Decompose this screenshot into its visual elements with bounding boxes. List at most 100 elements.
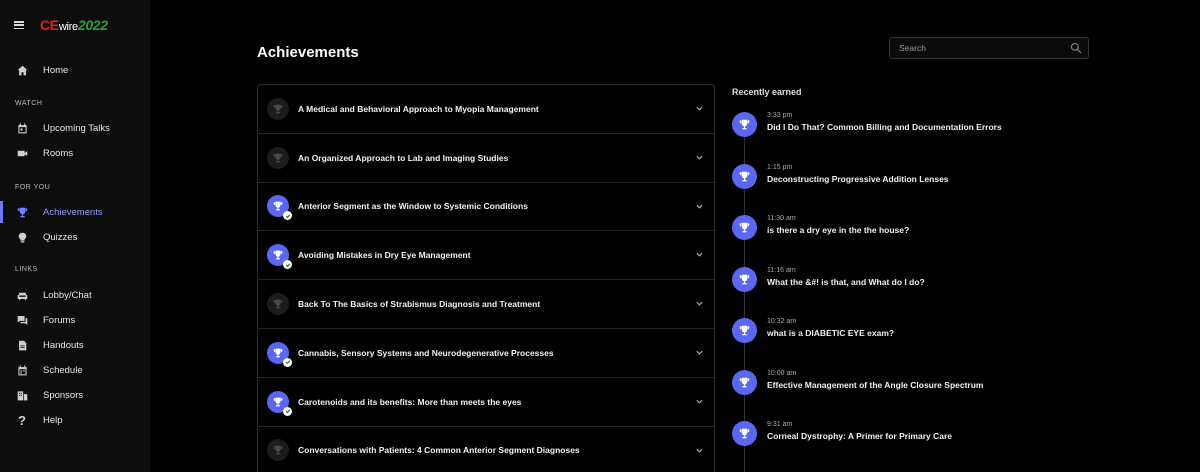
sidebar-item-label: Schedule <box>43 364 83 376</box>
chevron-down-icon[interactable] <box>695 299 704 308</box>
logo[interactable]: CEwire2022 <box>40 17 108 33</box>
achievement-row[interactable]: Carotenoids and its benefits: More than … <box>258 378 714 427</box>
sidebar-item-label: Quizzes <box>43 231 78 243</box>
logo-ce: CE <box>40 17 59 33</box>
recent-item-title: Effective Management of the Angle Closur… <box>767 379 984 390</box>
sidebar-item-label: Forums <box>43 314 76 326</box>
trophy-icon <box>15 205 29 219</box>
trophy-badge-icon <box>732 215 757 240</box>
trophy-badge-icon <box>732 421 757 446</box>
recent-item-time: 3:33 pm <box>767 112 793 119</box>
home-icon <box>15 63 29 77</box>
search-input[interactable] <box>899 43 1064 53</box>
chevron-down-icon[interactable] <box>695 397 704 406</box>
recent-item[interactable]: 9:31 am Corneal Dystrophy: A Primer for P… <box>732 421 1132 451</box>
sidebar-item-help[interactable]: ? Help <box>0 408 150 432</box>
recent-item-time: 9:31 am <box>767 421 793 428</box>
achievement-title: Carotenoids and its benefits: More than … <box>298 396 522 407</box>
recent-item[interactable]: 10:32 am what is a DIABETIC EYE exam? <box>732 318 1132 348</box>
forum-icon <box>15 313 29 327</box>
sidebar-item-schedule[interactable]: Schedule <box>0 358 150 382</box>
sidebar-item-label: Achievements <box>43 206 103 218</box>
trophy-badge-icon <box>267 146 289 169</box>
achievement-title: Conversations with Patients: 4 Common An… <box>298 445 580 456</box>
achievement-row[interactable]: A Medical and Behavioral Approach to Myo… <box>258 85 714 134</box>
recent-item-title: Deconstructing Progressive Addition Lens… <box>767 173 949 184</box>
section-label-for-you: FOR YOU <box>15 184 51 191</box>
sidebar-item-label: Lobby/Chat <box>43 289 92 301</box>
trophy-badge-icon <box>732 112 757 137</box>
trophy-badge-icon <box>267 293 289 316</box>
chevron-down-icon[interactable] <box>695 153 704 162</box>
recent-item-title: Corneal Dystrophy: A Primer for Primary … <box>767 431 953 441</box>
sofa-icon <box>15 288 29 302</box>
recent-item-time: 1:15 pm <box>767 163 793 171</box>
trophy-badge-icon <box>732 318 757 343</box>
achievement-row[interactable]: Conversations with Patients: 4 Common An… <box>258 427 714 472</box>
trophy-badge-icon <box>732 266 757 292</box>
recent-item-title: What the &#! is that, and What do I do? <box>767 276 925 287</box>
recently-earned-title: Recently earned <box>732 87 802 97</box>
achievement-row[interactable]: Cannabis, Sensory Systems and Neurodegen… <box>258 329 714 378</box>
section-label-links: LINKS <box>15 266 38 273</box>
sidebar-item-label: Rooms <box>43 147 74 159</box>
achievement-row[interactable]: An Organized Approach to Lab and Imaging… <box>258 134 714 183</box>
sidebar-item-lobby-chat[interactable]: Lobby/Chat <box>0 283 150 307</box>
trophy-badge-icon <box>732 369 757 395</box>
logo-year: 2022 <box>77 17 108 33</box>
section-label-watch: WATCH <box>15 100 43 107</box>
recent-item[interactable]: 11:16 am What the &#! is that, and What d… <box>732 266 1132 297</box>
sidebar-item-label: Sponsors <box>43 389 84 401</box>
sidebar-item-sponsors[interactable]: Sponsors <box>0 383 150 407</box>
recent-item-title: what is a DIABETIC EYE exam? <box>767 328 895 338</box>
trophy-badge-icon <box>267 439 289 462</box>
page-title: Achievements <box>257 44 359 61</box>
trophy-badge-icon <box>267 195 292 221</box>
achievements-list: A Medical and Behavioral Approach to Myo… <box>257 84 715 472</box>
brand: CEwire2022 <box>14 15 108 35</box>
search-icon[interactable] <box>1070 42 1082 54</box>
sidebar-item-quizzes[interactable]: Quizzes <box>0 225 150 249</box>
sidebar-item-label: Help <box>43 414 63 426</box>
sidebar-item-achievements[interactable]: Achievements <box>0 200 150 224</box>
achievement-row[interactable]: Avoiding Mistakes in Dry Eye Management <box>258 231 714 281</box>
recent-item[interactable]: 1:15 pm Deconstructing Progressive Additi… <box>732 163 1132 194</box>
achievement-row[interactable]: Back To The Basics of Strabismus Diagnos… <box>258 280 714 329</box>
calendar-icon <box>15 121 29 135</box>
checkmark-icon <box>283 357 292 367</box>
sidebar-item-handouts[interactable]: Handouts <box>0 333 150 357</box>
recent-item-title: is there a dry eye in the the house? <box>767 225 910 235</box>
sidebar-item-rooms[interactable]: Rooms <box>0 141 150 165</box>
menu-icon[interactable] <box>14 21 24 29</box>
recent-item[interactable]: 10:00 am Effective Management of the Angl… <box>732 369 1132 400</box>
help-icon: ? <box>18 412 26 428</box>
recent-item-title: Did I Do That? Common Billing and Docume… <box>767 122 1002 132</box>
trophy-badge-icon <box>267 341 292 367</box>
chevron-down-icon[interactable] <box>695 250 704 259</box>
recent-item-time: 10:00 am <box>767 369 797 377</box>
achievement-row[interactable]: Anterior Segment as the Window to System… <box>258 183 714 232</box>
search-box <box>889 37 1089 59</box>
achievement-title: Anterior Segment as the Window to System… <box>298 201 528 212</box>
trophy-badge-icon <box>267 390 292 416</box>
chevron-down-icon[interactable] <box>695 202 704 211</box>
chevron-down-icon[interactable] <box>695 348 704 357</box>
document-icon <box>15 338 29 352</box>
trophy-badge-icon <box>267 244 292 270</box>
sidebar-item-upcoming-talks[interactable]: Upcoming Talks <box>0 116 150 140</box>
sidebar-item-home[interactable]: Home <box>0 58 150 82</box>
recent-item[interactable]: 11:30 am is there a dry eye in the the ho… <box>732 215 1132 245</box>
recent-item[interactable]: 3:33 pm Did I Do That? Common Billing and… <box>732 112 1132 142</box>
trophy-badge-icon <box>732 163 757 189</box>
sidebar-item-label: Home <box>43 64 69 76</box>
sidebar-item-label: Upcoming Talks <box>43 122 110 134</box>
lightbulb-icon <box>15 230 29 244</box>
sidebar-item-label: Handouts <box>43 339 84 351</box>
recent-item-time: 10:32 am <box>767 318 797 325</box>
checkmark-icon <box>283 260 292 270</box>
checkmark-icon <box>283 211 292 221</box>
chevron-down-icon[interactable] <box>695 446 704 455</box>
sidebar-item-forums[interactable]: Forums <box>0 308 150 332</box>
sidebar: CEwire2022 Home WATCH Upcoming Talks Roo… <box>0 0 150 472</box>
chevron-down-icon[interactable] <box>695 104 704 113</box>
